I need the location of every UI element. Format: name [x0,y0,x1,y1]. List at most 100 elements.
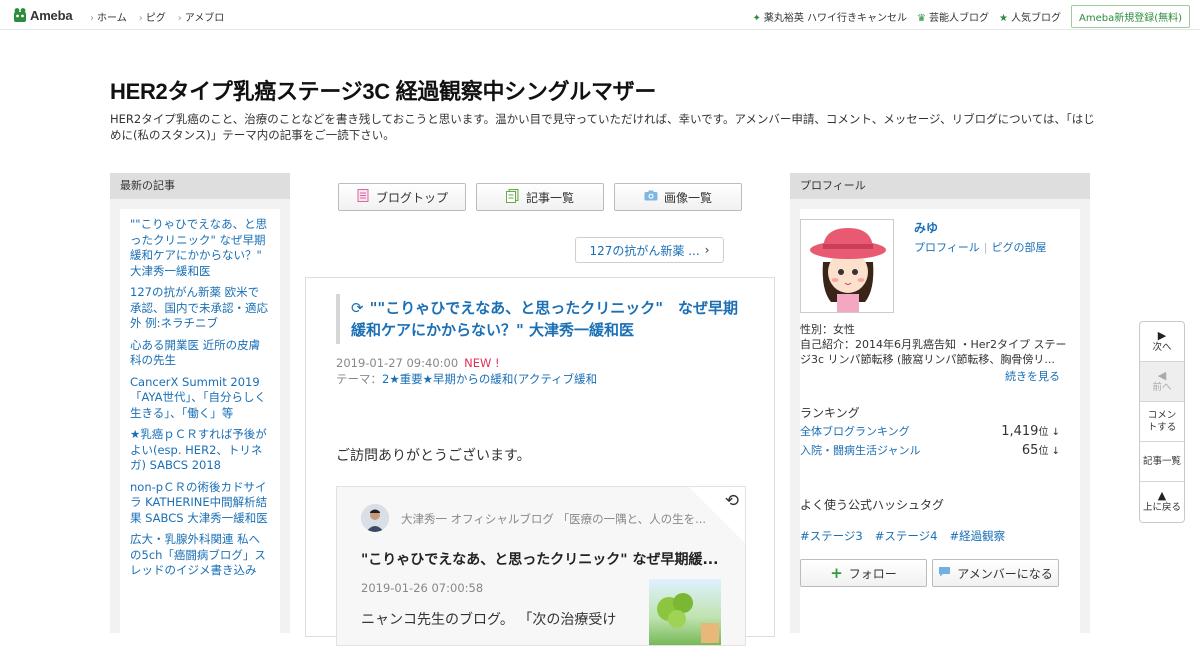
entry-body-text: ご訪問ありがとうございます。 [336,448,531,464]
latest-article-link[interactable]: 広大・乳腺外科関連 私への5ch「癌闘病ブログ」スレッドのイジメ書き込み [130,532,270,579]
hashtag-link[interactable]: #経過観察 [949,528,1005,544]
article-list-label: 記事一覧 [525,190,574,205]
new-badge: NEW ! [464,356,500,370]
article-list-side-label: 記事一覧 [1142,455,1181,467]
global-header: Ameba ホーム ピグ アメブロ ✦薬丸裕英 ハワイ行きキャンセル ♛芸能人ブ… [0,0,1200,30]
comment-label: コメントする [1147,409,1177,433]
ranking-label[interactable]: 全体ブログランキング [800,423,910,439]
star-icon: ★ [999,13,1008,24]
right-sidebar: プロフィール みゆ プロフィール | ピグの部屋 性別：女性 自己紹介：2014… [790,173,1090,639]
chevron-right-icon: › [704,243,710,257]
nav-home-link[interactable]: ホーム [90,9,127,24]
profile-gender: 性別：女性 [800,323,855,336]
blog-title[interactable]: HER2タイプ乳癌ステージ3C 経過観察中シングルマザー [110,74,656,106]
latest-article-link[interactable]: ★乳癌ｐＣＲすれば予後がよい(esp. HER2、トリネガ) SABCS 201… [130,427,270,474]
pigg-room-link[interactable]: ピグの部屋 [992,241,1047,254]
celebrity-blog-label: 芸能人ブログ [929,13,990,24]
reblog-author[interactable]: 大津秀一 オフィシャルブログ 「医療の一隅と、人の生を... [401,511,726,527]
prev-label: 前へ [1152,381,1172,393]
ranking-row: 入院・闘病生活ジャンル 65位 ↓ [800,442,1060,458]
plus-icon: + [830,564,843,582]
left-sidebar: 最新の記事 ""こりゃひでえなあ、と思ったクリニック" なぜ早期緩和ケアにかから… [110,173,290,639]
blog-top-label: ブログトップ [375,190,448,205]
profile-details: 性別：女性 自己紹介：2014年6月乳癌告知 ・Her2タイプ ステージ3c リ… [800,322,1068,367]
up-arrow-icon: ▲ [1157,489,1167,502]
popular-blog-link[interactable]: ★ 人気ブログ [999,9,1061,24]
hashtag-list: #ステージ3 #ステージ4 #経過観察 [800,528,1005,544]
amember-label: アメンバーになる [957,566,1053,581]
article-list-button[interactable]: 記事一覧 [476,183,604,211]
hashtag-link[interactable]: #ステージ4 [875,528,938,544]
ameba-logo-text: Ameba [30,7,73,23]
profile-name[interactable]: みゆ [914,219,938,236]
rank-down-icon: ↓ [1048,427,1060,438]
popular-blog-label: 人気ブログ [1010,13,1061,24]
hashtag-heading: よく使う公式ハッシュタグ [800,498,945,512]
crown-icon: ♛ [917,13,927,24]
profile-intro: 自己紹介：2014年6月乳癌告知 ・Her2タイプ ステージ3c リンパ節転移 … [800,338,1067,366]
latest-article-link[interactable]: ""こりゃひでえなあ、と思ったクリニック" なぜ早期緩和ケアにかからない？" 大… [130,217,270,279]
blog-top-button[interactable]: ブログトップ [338,183,466,211]
profile-avatar[interactable] [800,219,894,313]
next-arrow-icon: ▶ [1157,328,1167,342]
entry-meta: 2019-01-27 09:40:00 NEW ! テーマ：2★重要★早期からの緩… [336,355,597,387]
ranking-unit: 位 [1038,446,1049,457]
nav-ameblo-link[interactable]: アメブロ [178,9,225,24]
prev-button[interactable]: ◀ 前へ [1140,362,1184,402]
follow-button[interactable]: + フォロー [800,559,927,587]
profile-link[interactable]: プロフィール [914,241,980,254]
comment-button[interactable]: コメントする [1140,402,1184,442]
next-label: 次へ [1152,341,1172,353]
amember-button[interactable]: アメンバーになる [932,559,1059,587]
document-icon [356,189,370,205]
article-list-side-button[interactable]: 記事一覧 [1140,442,1184,482]
celebrity-blog-link[interactable]: ♛ 芸能人ブログ [917,9,989,24]
next-button[interactable]: ▶ 次へ [1140,322,1184,362]
ranking-value: 1,419位 ↓ [1001,423,1060,439]
global-nav: ホーム ピグ アメブロ [90,9,224,24]
latest-article-link[interactable]: 127の抗がん新薬 欧米で承認、国内で未承認・適応外 例:ネラチニブ [130,285,270,332]
reblog-title[interactable]: "こりゃひでえなあ、と思ったクリニック" なぜ早期緩... [361,549,721,569]
prev-arrow-icon: ◀ [1157,368,1167,382]
image-list-button[interactable]: 画像一覧 [614,183,742,211]
reblog-card[interactable]: ⟲ 大津秀一 オフィシャルブログ 「医療の一隅と、人の生を... "こりゃひでえ… [336,486,746,646]
ranking-label[interactable]: 入院・闘病生活ジャンル [800,442,920,458]
articles-icon [506,188,520,206]
ranking-value: 65位 ↓ [1022,442,1060,458]
hashtag-link[interactable]: #ステージ3 [800,528,863,544]
reblog-icon: ⟳ [351,299,364,317]
signup-button[interactable]: Ameba新規登録(無料) [1070,5,1190,28]
theme-label: テーマ： [336,372,382,386]
camera-icon [644,190,658,204]
back-to-top-button[interactable]: ▲ 上に戻る [1140,482,1184,522]
theme-link[interactable]: 2★重要★早期からの緩和(アクティブ緩和 [382,372,597,386]
read-more-link[interactable]: 続きを見る [1005,368,1060,384]
reblog-author-avatar [361,504,389,532]
reblog-thumbnail[interactable] [649,579,721,645]
next-article-link[interactable]: 127の抗がん新薬 ... › [575,237,724,263]
ameba-logo[interactable]: Ameba [13,6,73,24]
back-to-top-label: 上に戻る [1142,502,1181,513]
ranking-heading: ランキング [800,406,860,420]
latest-article-link[interactable]: non-pＣＲの術後カドサイラ KATHERINE中間解析結果 SABCS 大津… [130,480,270,527]
latest-article-link[interactable]: CancerX Summit 2019 「AYA世代」、「自分らしく生きる」、「… [130,375,270,422]
reblog-date: 2019-01-26 07:00:58 [361,581,484,595]
global-header-right: ✦ 薬丸裕英 ハワイ行きキャンセル ♛ 芸能人ブログ ★ 人気ブログ Ameba新規登… [752,5,1190,28]
ranking-row: 全体ブログランキング 1,419位 ↓ [800,423,1060,439]
ranking-unit: 位 [1038,427,1049,438]
image-list-label: 画像一覧 [663,190,712,205]
reblog-excerpt: ニャンコ先生のブログ。 「次の治療受け [361,612,617,628]
trending-link-label: 薬丸裕英 ハワイ行きキャンセル [763,13,908,24]
ameba-logo-icon [14,7,26,22]
entry-title[interactable]: ⟳ ""こりゃひでえなあ、と思ったクリニック" なぜ早期緩和ケアにかからない？" … [336,294,746,344]
latest-article-link[interactable]: 心ある開業医 近所の皮膚科の先生 [130,338,270,369]
amember-icon [938,566,951,580]
blog-nav-buttons: ブログトップ 記事一覧 画像一覧 [338,183,742,211]
profile-links: プロフィール | ピグの部屋 [914,239,1047,255]
ranking-number: 1,419 [1001,424,1039,439]
nav-pigg-link[interactable]: ピグ [139,9,166,24]
ranking-number: 65 [1021,443,1039,458]
link-separator: | [983,241,988,254]
trending-link[interactable]: ✦ 薬丸裕英 ハワイ行きキャンセル [752,9,907,24]
entry-date: 2019-01-27 09:40:00 [336,356,459,370]
